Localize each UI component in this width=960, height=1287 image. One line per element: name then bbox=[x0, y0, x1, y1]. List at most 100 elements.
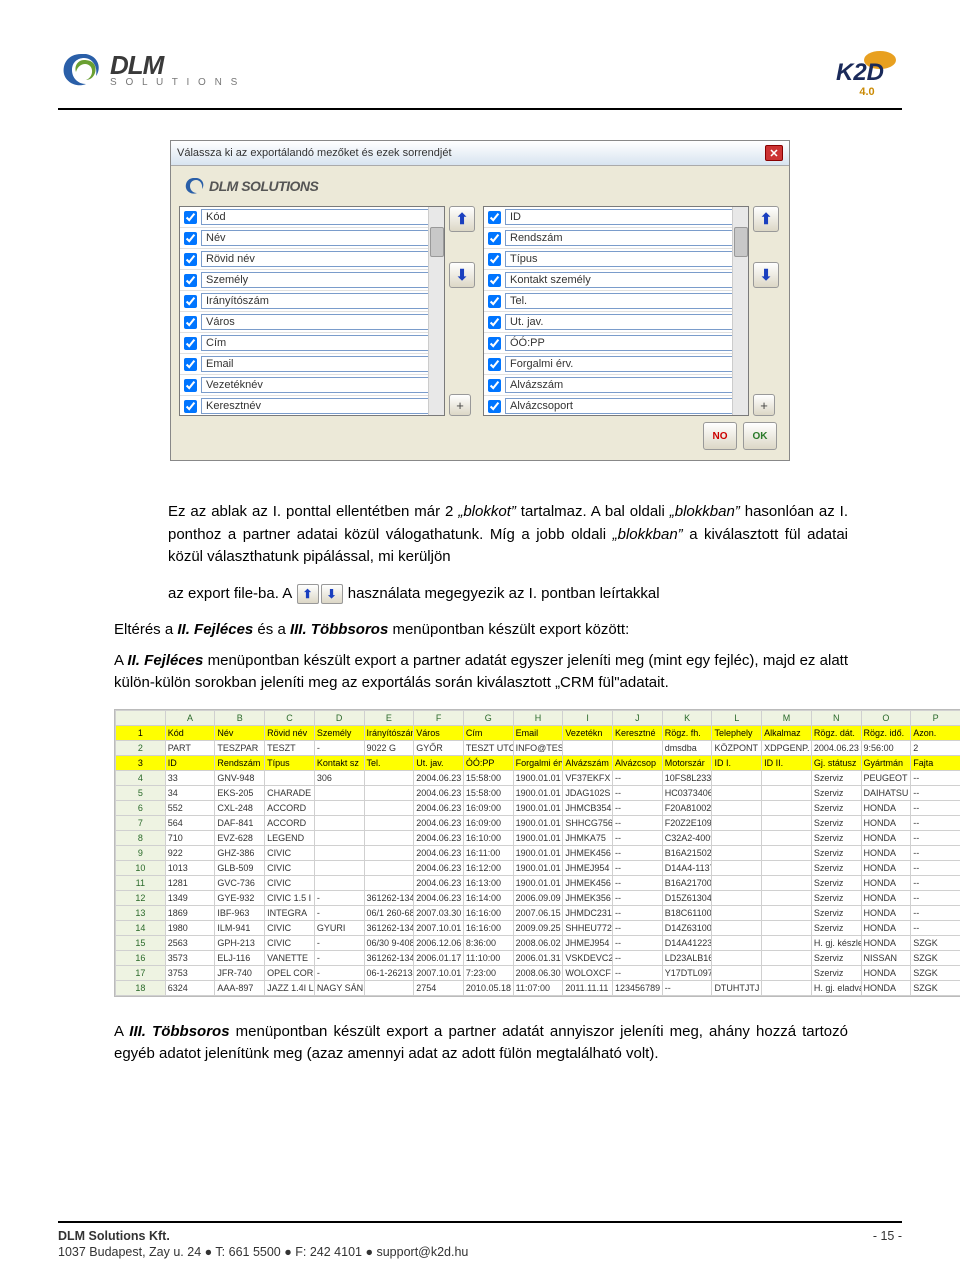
list-item[interactable]: Keresztnév bbox=[180, 396, 444, 416]
swirl-icon bbox=[58, 50, 104, 90]
field-checkbox[interactable] bbox=[184, 379, 197, 392]
field-checkbox[interactable] bbox=[184, 253, 197, 266]
field-label: Ut. jav. bbox=[505, 314, 746, 330]
footer-company: DLM Solutions Kft. bbox=[58, 1229, 468, 1243]
ok-button[interactable]: OK bbox=[743, 422, 777, 450]
export-dialog: Válassza ki az exportálandó mezőket és e… bbox=[170, 140, 790, 461]
list-item[interactable]: Cím bbox=[180, 333, 444, 354]
field-label: Rövid név bbox=[201, 251, 442, 267]
field-label: ID bbox=[505, 209, 746, 225]
close-icon[interactable]: ✕ bbox=[765, 145, 783, 161]
page-header: DLM S O L U T I O N S K2D 4.0 bbox=[58, 50, 902, 98]
move-down-button[interactable]: ⬇ bbox=[449, 262, 475, 288]
scrollbar[interactable] bbox=[732, 207, 748, 415]
field-label: Email bbox=[201, 356, 442, 372]
footer-address: 1037 Budapest, Zay u. 24 ● T: 661 5500 ●… bbox=[58, 1245, 468, 1259]
list-item[interactable]: Kontakt személy bbox=[484, 270, 748, 291]
list-item[interactable]: ÓÓ:PP bbox=[484, 333, 748, 354]
list-item[interactable]: ID bbox=[484, 207, 748, 228]
list-item[interactable]: Vezetéknév bbox=[180, 375, 444, 396]
page-footer: DLM Solutions Kft. 1037 Budapest, Zay u.… bbox=[58, 1221, 902, 1259]
page-number: - 15 - bbox=[873, 1229, 902, 1259]
field-label: Név bbox=[201, 230, 442, 246]
field-checkbox[interactable] bbox=[488, 253, 501, 266]
left-list[interactable]: Kód Név Rövid név Személy Irányítószám Város C… bbox=[179, 206, 445, 416]
field-checkbox[interactable] bbox=[488, 316, 501, 329]
list-item[interactable]: Alvázcsoport bbox=[484, 396, 748, 416]
list-item[interactable]: Rövid név bbox=[180, 249, 444, 270]
list-item[interactable]: Tel. bbox=[484, 291, 748, 312]
field-checkbox[interactable] bbox=[184, 400, 197, 413]
list-item[interactable]: Alvázszám bbox=[484, 375, 748, 396]
list-item[interactable]: Irányítószám bbox=[180, 291, 444, 312]
paragraph-3: Eltérés a II. Fejléces és a III. Többsor… bbox=[114, 619, 848, 642]
dialog-logo: DLM SOLUTIONS bbox=[183, 176, 781, 196]
header-rule bbox=[58, 108, 902, 110]
field-label: Irányítószám bbox=[201, 293, 442, 309]
list-item[interactable]: Kód bbox=[180, 207, 444, 228]
left-block: Kód Név Rövid név Személy Irányítószám Város C… bbox=[179, 206, 477, 416]
field-label: Alvázszám bbox=[505, 377, 746, 393]
dialog-title-text: Válassza ki az exportálandó mezőket és e… bbox=[177, 147, 452, 159]
list-item[interactable]: Forgalmi érv. bbox=[484, 354, 748, 375]
no-button[interactable]: NO bbox=[703, 422, 737, 450]
list-item[interactable]: Város bbox=[180, 312, 444, 333]
field-checkbox[interactable] bbox=[488, 358, 501, 371]
field-label: Kontakt személy bbox=[505, 272, 746, 288]
field-label: Rendszám bbox=[505, 230, 746, 246]
right-block: ID Rendszám Típus Kontakt személy Tel. Ut. ja… bbox=[483, 206, 781, 416]
field-checkbox[interactable] bbox=[488, 295, 501, 308]
paragraph-4: A II. Fejléces menüpontban készült expor… bbox=[114, 650, 848, 695]
k2d-version: 4.0 bbox=[859, 86, 874, 98]
list-item[interactable]: Név bbox=[180, 228, 444, 249]
right-list[interactable]: ID Rendszám Típus Kontakt személy Tel. Ut. ja… bbox=[483, 206, 749, 416]
field-checkbox[interactable] bbox=[488, 232, 501, 245]
move-down-button[interactable]: ⬇ bbox=[753, 262, 779, 288]
dialog-logo-text: DLM SOLUTIONS bbox=[209, 178, 318, 194]
field-label: Tel. bbox=[505, 293, 746, 309]
field-label: ÓÓ:PP bbox=[505, 335, 746, 351]
field-checkbox[interactable] bbox=[488, 400, 501, 413]
svg-text:K2D: K2D bbox=[836, 59, 884, 86]
field-checkbox[interactable] bbox=[184, 316, 197, 329]
field-checkbox[interactable] bbox=[184, 211, 197, 224]
add-button[interactable]: + bbox=[449, 394, 471, 416]
field-label: Alvázcsoport bbox=[505, 398, 746, 414]
scrollbar[interactable] bbox=[428, 207, 444, 415]
field-label: Cím bbox=[201, 335, 442, 351]
list-item[interactable]: Rendszám bbox=[484, 228, 748, 249]
field-label: Kód bbox=[201, 209, 442, 225]
list-item[interactable]: Típus bbox=[484, 249, 748, 270]
arrow-up-icon: ⬆ bbox=[297, 584, 319, 604]
list-item[interactable]: Email bbox=[180, 354, 444, 375]
dlm-sub: S O L U T I O N S bbox=[110, 78, 240, 88]
field-checkbox[interactable] bbox=[184, 358, 197, 371]
field-checkbox[interactable] bbox=[488, 211, 501, 224]
field-checkbox[interactable] bbox=[184, 274, 197, 287]
paragraph-5: A III. Többsoros menüpontban készült exp… bbox=[114, 1021, 848, 1066]
field-checkbox[interactable] bbox=[488, 379, 501, 392]
field-checkbox[interactable] bbox=[184, 232, 197, 245]
field-label: Típus bbox=[505, 251, 746, 267]
field-checkbox[interactable] bbox=[488, 274, 501, 287]
field-label: Személy bbox=[201, 272, 442, 288]
excel-screenshot: ABCDEFGHIJKLMNOP1KódNévRövid névSzemélyI… bbox=[114, 709, 960, 997]
field-label: Forgalmi érv. bbox=[505, 356, 746, 372]
field-checkbox[interactable] bbox=[184, 295, 197, 308]
dlm-name: DLM bbox=[110, 52, 240, 78]
paragraph-2: az export file-ba. A ⬆⬇ használata megeg… bbox=[168, 583, 848, 606]
list-item[interactable]: Személy bbox=[180, 270, 444, 291]
dialog-titlebar: Válassza ki az exportálandó mezőket és e… bbox=[171, 141, 789, 166]
list-item[interactable]: Ut. jav. bbox=[484, 312, 748, 333]
field-label: Vezetéknév bbox=[201, 377, 442, 393]
add-button[interactable]: + bbox=[753, 394, 775, 416]
field-checkbox[interactable] bbox=[488, 337, 501, 350]
move-up-button[interactable]: ⬆ bbox=[753, 206, 779, 232]
move-up-button[interactable]: ⬆ bbox=[449, 206, 475, 232]
arrow-down-icon: ⬇ bbox=[321, 584, 343, 604]
swirl-icon bbox=[183, 176, 205, 196]
k2d-icon: K2D bbox=[832, 50, 902, 86]
field-checkbox[interactable] bbox=[184, 337, 197, 350]
dlm-logo: DLM S O L U T I O N S bbox=[58, 50, 240, 90]
paragraph-1: Ez az ablak az I. ponttal ellentétben má… bbox=[168, 501, 848, 569]
